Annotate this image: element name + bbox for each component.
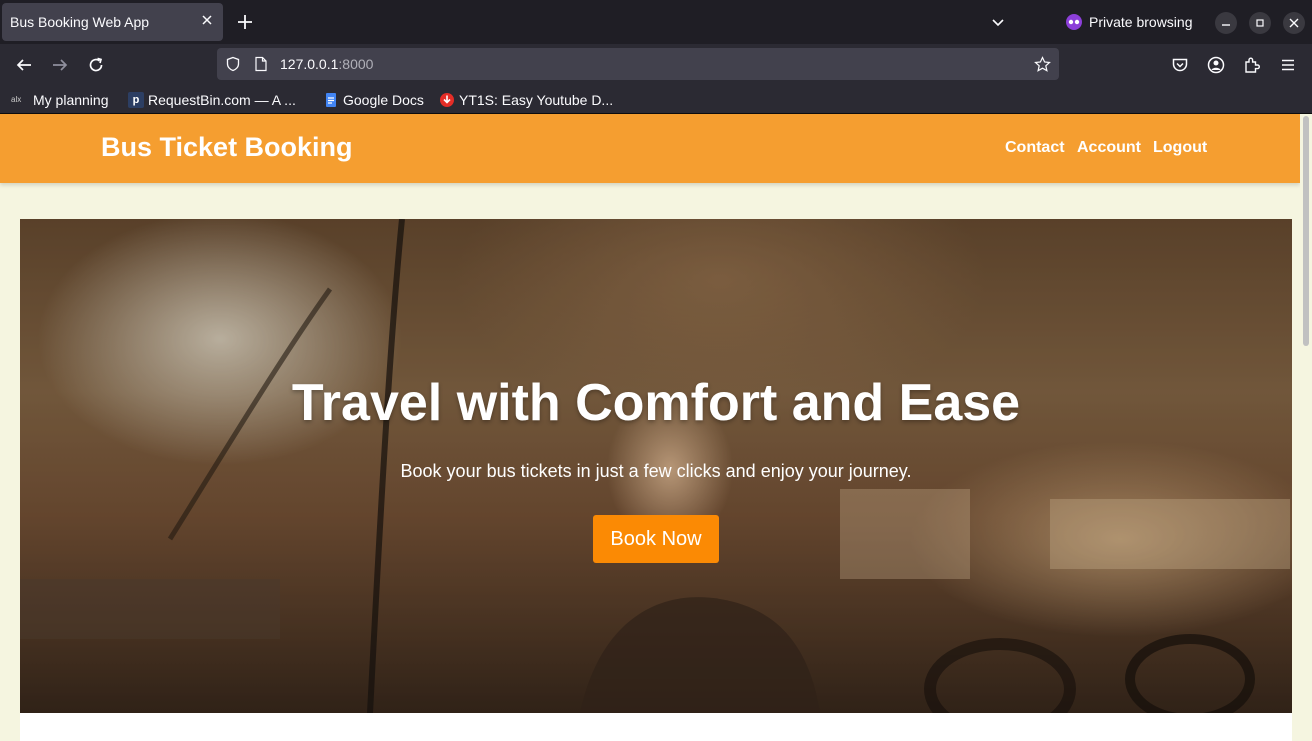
browser-tab[interactable]: Bus Booking Web App: [2, 3, 223, 41]
brand-logo[interactable]: Bus Ticket Booking: [101, 132, 353, 163]
minimize-icon: [1222, 24, 1230, 26]
nav-link-logout[interactable]: Logout: [1153, 139, 1207, 157]
url-host: 127.0.0.1: [280, 56, 339, 72]
address-bar[interactable]: 127.0.0.1:8000: [217, 48, 1059, 80]
alx-icon: alx: [11, 95, 22, 104]
minimize-button[interactable]: [1215, 12, 1237, 34]
star-icon[interactable]: [1034, 56, 1051, 73]
forward-arrow-icon[interactable]: [51, 56, 69, 74]
scrollbar[interactable]: [1300, 114, 1312, 741]
bookmark-item[interactable]: alx My planning: [11, 90, 109, 110]
docs-icon: [326, 93, 336, 107]
content-section: [20, 713, 1292, 741]
bookmark-label: My planning: [33, 92, 109, 108]
page-icon: [255, 56, 267, 72]
url-port: :8000: [338, 56, 374, 72]
reload-icon[interactable]: [87, 56, 105, 74]
url-text[interactable]: 127.0.0.1:8000: [280, 56, 373, 72]
p-icon: p: [128, 92, 144, 108]
page-viewport: Bus Ticket Booking Contact Account Logou…: [0, 114, 1312, 741]
tab-title: Bus Booking Web App: [10, 14, 150, 30]
pocket-icon[interactable]: [1171, 56, 1189, 74]
site-header: Bus Ticket Booking Contact Account Logou…: [0, 114, 1300, 183]
bookmark-item[interactable]: YT1S: Easy Youtube D...: [439, 90, 613, 110]
bookmark-label: RequestBin.com — A ...: [148, 92, 296, 108]
private-mask-icon: [1066, 14, 1082, 30]
bookmark-label: Google Docs: [343, 92, 424, 108]
shield-icon[interactable]: [225, 56, 241, 72]
bookmark-item[interactable]: p RequestBin.com — A ...: [128, 90, 296, 110]
browser-tab-bar: Bus Booking Web App Private browsing: [0, 0, 1312, 44]
bookmarks-toolbar: alx My planning p RequestBin.com — A ...…: [0, 86, 1312, 114]
hero-banner: Travel with Comfort and Ease Book your b…: [20, 219, 1292, 713]
account-icon[interactable]: [1207, 56, 1225, 74]
nav-link-contact[interactable]: Contact: [1005, 139, 1065, 157]
extensions-icon[interactable]: [1243, 56, 1261, 74]
bookmark-label: YT1S: Easy Youtube D...: [459, 92, 614, 108]
private-browsing-indicator: Private browsing: [1065, 12, 1193, 32]
close-icon: [1289, 18, 1299, 28]
hero-subtitle: Book your bus tickets in just a few clic…: [400, 461, 912, 481]
book-now-button[interactable]: Book Now: [593, 515, 719, 563]
browser-toolbar: 127.0.0.1:8000: [0, 44, 1312, 86]
back-arrow-icon[interactable]: [15, 56, 33, 74]
scrollbar-thumb[interactable]: [1303, 116, 1309, 346]
hero-title: Travel with Comfort and Ease: [291, 374, 1021, 432]
download-icon: [440, 93, 454, 107]
window-close-button[interactable]: [1283, 12, 1305, 34]
bookmark-item[interactable]: Google Docs: [323, 90, 424, 110]
restore-button[interactable]: [1249, 12, 1271, 34]
new-tab-icon[interactable]: [236, 13, 254, 31]
close-icon[interactable]: [199, 12, 215, 28]
menu-icon[interactable]: [1279, 56, 1297, 74]
private-browsing-label: Private browsing: [1089, 14, 1193, 30]
chevron-down-icon[interactable]: [990, 14, 1006, 30]
nav-link-account[interactable]: Account: [1077, 139, 1141, 157]
restore-icon: [1256, 19, 1264, 27]
